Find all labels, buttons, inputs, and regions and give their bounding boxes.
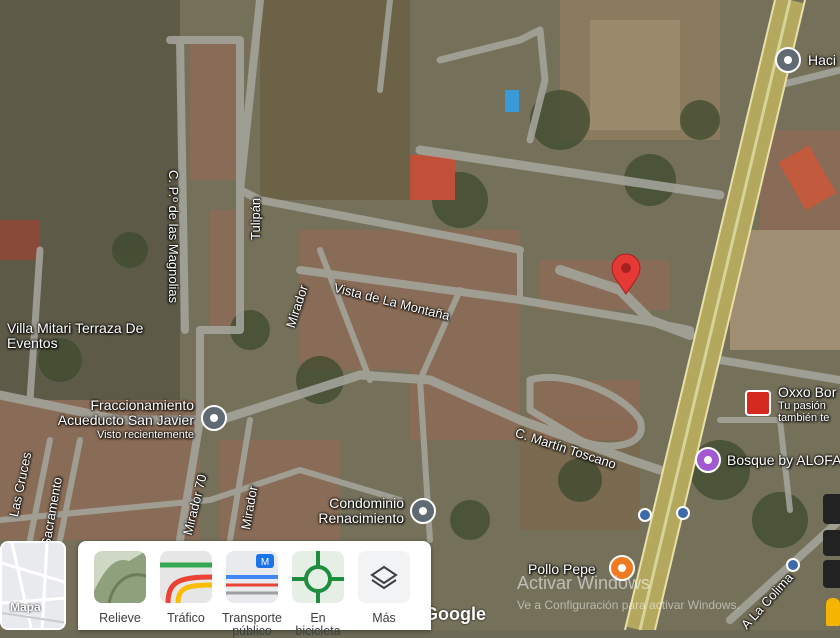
- layer-label: Más: [372, 611, 396, 625]
- map-type-label: Mapa: [10, 600, 41, 614]
- place-subtitle: también te: [778, 412, 830, 424]
- layer-traffic[interactable]: Tráfico: [156, 551, 216, 625]
- terrain-icon: [94, 551, 146, 603]
- google-logo: Google: [424, 604, 486, 624]
- bus-stop-icon[interactable]: [676, 506, 690, 520]
- layer-label: Relieve: [99, 611, 141, 625]
- place-name-line2: Renacimiento: [318, 510, 404, 526]
- place-name-line1: Condominio: [329, 495, 404, 511]
- bicycle-icon: [292, 551, 344, 603]
- activation-watermark: Activar Windows: [517, 573, 651, 593]
- hotel-icon[interactable]: [695, 447, 721, 473]
- transit-icon: M: [226, 551, 278, 603]
- place-pin-icon[interactable]: [775, 47, 801, 73]
- layer-terrain[interactable]: Relieve: [90, 551, 150, 625]
- place-label-fraccionamiento[interactable]: Fraccionamiento Acueducto San Javier Vis…: [44, 398, 194, 443]
- layer-more[interactable]: Más: [354, 551, 414, 625]
- oxxo-logo[interactable]: [745, 390, 771, 416]
- traffic-icon: [160, 551, 212, 603]
- map-thumbnail-icon: [2, 543, 64, 628]
- svg-text:M: M: [261, 557, 269, 568]
- place-label-condominio[interactable]: Condominio Renacimiento: [300, 496, 404, 526]
- place-label-bosque[interactable]: Bosque by ALOFA: [727, 452, 840, 468]
- layer-transit[interactable]: M Transporte público: [222, 551, 282, 638]
- place-subtitle: Tu pasión: [778, 400, 826, 412]
- place-label-oxxo[interactable]: Oxxo Bor Tu pasión también te: [778, 384, 836, 424]
- zoom-out-button[interactable]: [823, 560, 840, 588]
- place-name: Oxxo Bor: [778, 384, 837, 400]
- place-pin-icon[interactable]: [410, 498, 436, 524]
- layer-label: Transporte público: [222, 611, 282, 638]
- bus-stop-icon[interactable]: [786, 558, 800, 572]
- place-name-line2: Acueducto San Javier: [57, 412, 194, 428]
- place-label-hacienda[interactable]: Haci: [808, 52, 836, 68]
- place-name-line1: Fraccionamiento: [90, 397, 195, 413]
- layers-panel: Relieve Tráfico M Transporte público En …: [78, 541, 431, 638]
- layers-icon: [358, 551, 410, 603]
- bus-stop-icon[interactable]: [638, 508, 652, 522]
- street-label-magnolias: C. P.º de las Magnolias: [166, 170, 181, 304]
- layer-bicycle[interactable]: En bicicleta: [288, 551, 348, 638]
- place-name: Bosque by ALOFA: [727, 452, 840, 468]
- pegman-icon[interactable]: [826, 598, 840, 626]
- place-pin-icon[interactable]: [201, 405, 227, 431]
- recently-viewed-text: Visto recientemente: [96, 429, 194, 441]
- layer-label: Tráfico: [167, 611, 205, 625]
- layer-label: En bicicleta: [295, 611, 341, 638]
- zoom-in-button[interactable]: [823, 530, 840, 556]
- street-label-tulipan: Tulipán: [248, 197, 263, 240]
- place-label-villa-mitari[interactable]: Villa Mitari Terraza De Eventos: [7, 321, 147, 351]
- place-name: Villa Mitari Terraza De Eventos: [7, 320, 144, 351]
- activation-watermark-sub: Ve a Configuración para activar Windows.: [517, 598, 740, 612]
- map-type-button[interactable]: Mapa: [0, 541, 66, 630]
- place-name: Haci: [808, 52, 837, 68]
- location-button[interactable]: [823, 494, 840, 524]
